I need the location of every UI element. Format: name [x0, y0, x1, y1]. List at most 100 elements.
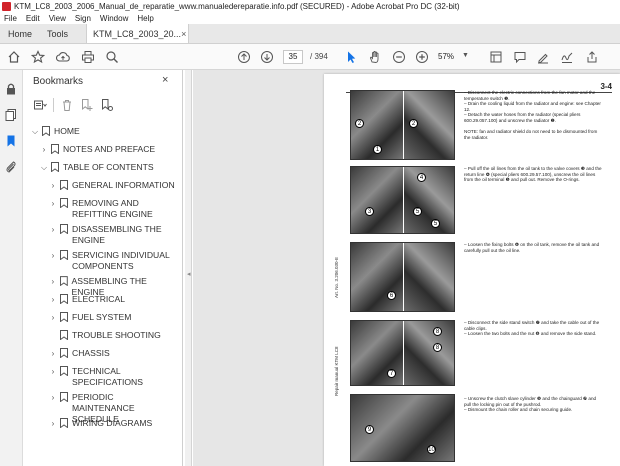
- zoom-dropdown-icon[interactable]: ▼: [462, 52, 469, 59]
- print-icon[interactable]: [80, 49, 96, 65]
- bookmark-servicing-individual-components[interactable]: › SERVICING INDIVIDUAL COMPONENTS: [49, 250, 179, 272]
- chevron-down-icon[interactable]: ⌵: [40, 162, 48, 173]
- delete-bookmark-icon[interactable]: [60, 98, 74, 112]
- upload-cloud-icon[interactable]: [55, 49, 71, 65]
- photo-half: [402, 321, 454, 385]
- next-page-icon[interactable]: [259, 49, 275, 65]
- tab-tools[interactable]: Tools: [39, 24, 86, 43]
- photo-oil-lines: 3 4 5 5: [350, 166, 455, 234]
- toolbar: 35 / 394 57% ▼: [0, 44, 620, 70]
- chevron-right-icon[interactable]: ›: [49, 276, 57, 287]
- zoom-out-icon[interactable]: [391, 49, 407, 65]
- home-icon[interactable]: [6, 49, 22, 65]
- chevron-right-icon[interactable]: ›: [49, 418, 57, 429]
- chevron-right-icon[interactable]: ›: [49, 366, 57, 377]
- bookmark-star-icon[interactable]: [30, 49, 46, 65]
- bookmark-icon: [59, 276, 68, 286]
- chevron-right-icon[interactable]: ›: [49, 312, 57, 323]
- bookmark-icon: [60, 250, 68, 260]
- callout: 2: [409, 119, 418, 128]
- menu-sign[interactable]: Sign: [75, 14, 91, 23]
- page-thumbnails-icon[interactable]: [4, 108, 18, 122]
- search-icon[interactable]: [104, 49, 120, 65]
- document-canvas[interactable]: 3-4 Art. No. 3.206.030-E Repair manual K…: [193, 70, 620, 466]
- bookmark-disassembling-the-engine[interactable]: › DISASSEMBLING THE ENGINE: [49, 224, 179, 246]
- bookmark-trouble-shooting[interactable]: TROUBLE SHOOTING: [49, 330, 161, 341]
- bookmark-technical-specifications[interactable]: › TECHNICAL SPECIFICATIONS: [49, 366, 179, 388]
- bookmark-removing-and-refitting-engine[interactable]: › REMOVING AND REFITTING ENGINE: [49, 198, 179, 220]
- bookmark-icon: [42, 126, 50, 136]
- chevron-right-icon[interactable]: ›: [49, 250, 57, 261]
- chevron-down-icon[interactable]: ⌵: [31, 126, 39, 137]
- bookmark-icon: [60, 180, 68, 190]
- tab-document-label: KTM_LC8_2003_20...: [93, 28, 182, 39]
- title-bar: KTM_LC8_2003_2006_Manual_de_reparatie_ww…: [0, 0, 620, 12]
- page-total: / 394: [310, 52, 328, 61]
- bookmark-icon: [60, 312, 68, 322]
- chevron-right-icon[interactable]: ›: [49, 198, 57, 209]
- bookmark-icon: [51, 162, 59, 172]
- bookmark-wiring-diagrams[interactable]: › WIRING DIAGRAMS: [49, 418, 152, 429]
- photo-oil-tank: 6: [350, 242, 455, 312]
- previous-page-icon[interactable]: [236, 49, 252, 65]
- bookmark-label: TROUBLE SHOOTING: [72, 330, 161, 340]
- bookmark-label: REMOVING AND REFITTING ENGINE: [72, 198, 153, 219]
- chevron-right-icon[interactable]: ›: [40, 144, 48, 155]
- bookmark-table-of-contents[interactable]: ⌵ TABLE OF CONTENTS: [40, 162, 154, 173]
- callout: 2: [355, 119, 364, 128]
- callout: 4: [417, 173, 426, 182]
- chevron-right-icon[interactable]: ›: [49, 348, 57, 359]
- bookmarks-panel: Bookmarks × ⌵ HOME › NOTES AND PREFACE ⌵: [23, 70, 183, 466]
- bookmark-chassis[interactable]: › CHASSIS: [49, 348, 110, 359]
- menu-help[interactable]: Help: [137, 14, 153, 23]
- bookmark-label: GENERAL INFORMATION: [72, 180, 175, 190]
- bookmark-icon: [60, 330, 68, 340]
- chevron-right-icon[interactable]: ›: [49, 294, 57, 305]
- side-label-art-no: Art. No. 3.206.030-E: [334, 256, 339, 298]
- bookmark-icon: [60, 366, 68, 376]
- tab-home[interactable]: Home: [0, 24, 39, 43]
- side-label-repair-manual: Repair manual KTM LC8: [334, 346, 339, 396]
- page-number-input[interactable]: 35: [283, 50, 303, 64]
- panel-splitter[interactable]: ◂: [185, 70, 192, 466]
- bookmark-fuel-system[interactable]: › FUEL SYSTEM: [49, 312, 131, 323]
- close-panel-icon[interactable]: ×: [162, 74, 168, 86]
- lock-icon[interactable]: [4, 82, 18, 96]
- tab-close-icon[interactable]: ×: [181, 29, 186, 39]
- menu-file[interactable]: File: [4, 14, 17, 23]
- share-icon[interactable]: [584, 49, 600, 65]
- attachments-icon[interactable]: [4, 160, 18, 174]
- toolbar-divider: [53, 98, 54, 112]
- chevron-right-icon[interactable]: ›: [49, 180, 57, 191]
- menu-edit[interactable]: Edit: [26, 14, 40, 23]
- new-bookmark-icon[interactable]: [80, 98, 94, 112]
- bookmark-label: FUEL SYSTEM: [72, 312, 132, 322]
- sign-icon[interactable]: [559, 49, 575, 65]
- callout: 1: [373, 145, 382, 154]
- bookmark-home[interactable]: ⌵ HOME: [31, 126, 80, 137]
- bookmark-properties-icon[interactable]: [100, 98, 114, 112]
- bookmark-general-information[interactable]: › GENERAL INFORMATION: [49, 180, 179, 191]
- menu-window[interactable]: Window: [100, 14, 128, 23]
- select-cursor-icon[interactable]: [343, 49, 359, 65]
- bookmark-notes-and-preface[interactable]: › NOTES AND PREFACE: [40, 144, 155, 155]
- page-layout-icon[interactable]: [488, 49, 504, 65]
- bookmark-electrical[interactable]: › ELECTRICAL: [49, 294, 125, 305]
- tab-document[interactable]: KTM_LC8_2003_20... ×: [86, 24, 189, 43]
- zoom-in-icon[interactable]: [414, 49, 430, 65]
- chevron-right-icon[interactable]: ›: [49, 224, 57, 235]
- bookmarks-panel-icon[interactable]: [4, 134, 18, 148]
- comment-icon[interactable]: [512, 49, 528, 65]
- bookmark-label: WIRING DIAGRAMS: [72, 418, 153, 428]
- splitter-grip-icon[interactable]: ◂: [187, 270, 191, 278]
- callout: 3: [365, 207, 374, 216]
- highlight-pen-icon[interactable]: [535, 49, 551, 65]
- callout: 7: [387, 369, 396, 378]
- photo-half: [351, 243, 403, 311]
- chevron-right-icon[interactable]: ›: [49, 392, 57, 403]
- hand-tool-icon[interactable]: [367, 49, 383, 65]
- options-menu-icon[interactable]: [33, 98, 47, 112]
- menu-view[interactable]: View: [49, 14, 66, 23]
- bookmark-icon: [60, 198, 68, 208]
- bookmark-label: DISASSEMBLING THE ENGINE: [72, 224, 162, 245]
